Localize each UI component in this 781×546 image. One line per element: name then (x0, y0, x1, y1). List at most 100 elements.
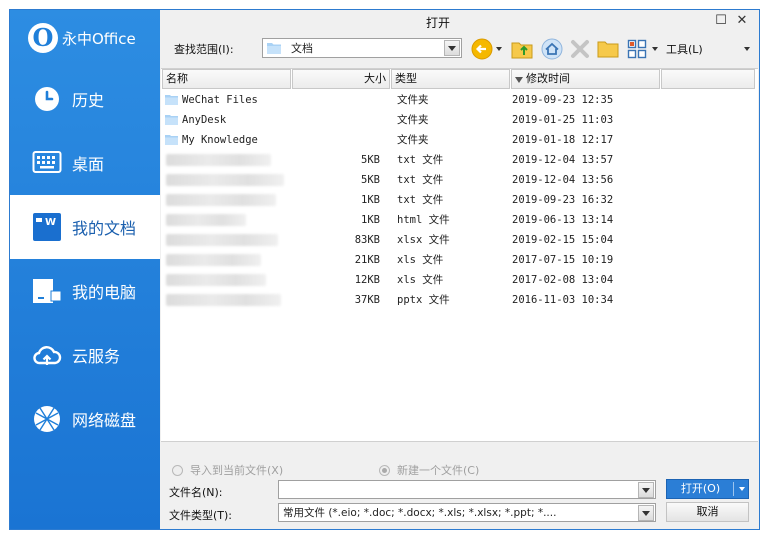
file-modified: 2019-09-23 16:32 (512, 194, 614, 206)
new-folder-button[interactable] (597, 38, 619, 60)
nav-label-cloud-service: 云服务 (72, 347, 121, 366)
file-type: xls 文件 (397, 274, 444, 286)
lookin-label: 查找范围(I): (174, 43, 234, 56)
file-size: 21KB (354, 254, 380, 266)
file-row[interactable]: 5KB txt 文件 2019-12-04 13:57 (161, 150, 758, 170)
nav-label-my-computer: 我的电脑 (72, 283, 137, 302)
brand: O 永中Office (10, 10, 160, 66)
network-disk-icon (32, 404, 62, 434)
filetype-select[interactable]: 常用文件 (*.eio; *.doc; *.docx; *.xls; *.xls… (278, 503, 656, 522)
redacted-file-name (166, 174, 284, 186)
file-modified: 2019-09-23 12:35 (512, 94, 614, 106)
chevron-down-icon[interactable] (638, 482, 654, 498)
view-grid-icon (627, 39, 647, 59)
close-button[interactable]: ✕ (733, 13, 751, 29)
up-folder-icon (511, 42, 533, 59)
home-icon (541, 38, 563, 60)
file-row[interactable]: 83KB xlsx 文件 2019-02-15 15:04 (161, 230, 758, 250)
redacted-file-name (166, 234, 278, 246)
filename-input[interactable] (278, 480, 656, 499)
file-modified: 2019-12-04 13:56 (512, 174, 614, 186)
file-name: My Knowledge (182, 134, 258, 146)
column-header-type[interactable]: 类型 (391, 69, 510, 89)
nav-label-desktop: 桌面 (72, 155, 105, 174)
home-button[interactable] (540, 38, 564, 60)
maximize-button[interactable]: ☐ (712, 13, 730, 29)
file-row[interactable]: 1KB html 文件 2019-06-13 13:14 (161, 210, 758, 230)
nav-item-my-documents[interactable]: W 我的文档 (10, 195, 160, 259)
file-type: html 文件 (397, 214, 450, 226)
open-button[interactable]: 打开(O) (666, 479, 749, 499)
view-dropdown[interactable] (651, 38, 659, 60)
cancel-button[interactable]: 取消 (666, 502, 749, 522)
file-row[interactable]: AnyDesk 文件夹 2019-01-25 11:03 (161, 110, 758, 130)
back-button[interactable] (471, 38, 493, 60)
file-size: 5KB (361, 174, 380, 186)
lookin-value: 文档 (291, 42, 313, 55)
clock-icon (32, 84, 62, 114)
file-name: WeChat Files (182, 94, 258, 106)
column-header-size[interactable]: 大小 (292, 69, 390, 89)
file-type: txt 文件 (397, 194, 444, 206)
brand-logo: O (28, 23, 58, 53)
back-arrow-icon (471, 38, 493, 60)
nav-label-history: 历史 (72, 91, 105, 110)
new-file-option[interactable]: 新建一个文件(C) (379, 462, 479, 478)
dialog-title: 打开 (425, 16, 450, 30)
file-row[interactable]: 12KB xls 文件 2017-02-08 13:04 (161, 270, 758, 290)
file-type: txt 文件 (397, 154, 444, 166)
file-name-cell (161, 190, 291, 210)
nav-item-desktop[interactable]: 桌面 (10, 131, 160, 195)
cloud-icon (32, 340, 62, 370)
desktop-icon (32, 148, 62, 178)
nav-item-history[interactable]: 历史 (10, 67, 160, 131)
chevron-down-icon (496, 47, 502, 51)
file-row[interactable]: 37KB pptx 文件 2016-11-03 10:34 (161, 290, 758, 310)
up-folder-button[interactable] (510, 38, 534, 60)
folder-icon (165, 135, 178, 145)
file-modified: 2019-02-15 15:04 (512, 234, 614, 246)
radio-import[interactable] (172, 464, 183, 476)
redacted-file-name (166, 154, 271, 166)
file-name-cell (161, 150, 291, 170)
nav-label-network-disk: 网络磁盘 (72, 411, 137, 430)
file-row[interactable]: My Knowledge 文件夹 2019-01-18 12:17 (161, 130, 758, 150)
nav-item-my-computer[interactable]: 我的电脑 (10, 259, 160, 323)
lookin-combo[interactable]: 文档 (262, 38, 462, 58)
file-name-cell (161, 210, 291, 230)
back-dropdown[interactable] (495, 38, 503, 60)
chevron-down-icon[interactable] (638, 505, 654, 521)
file-type: 文件夹 (397, 134, 429, 146)
column-header-extra[interactable] (661, 69, 755, 89)
nav-item-network-disk[interactable]: 网络磁盘 (10, 387, 160, 451)
redacted-file-name (166, 214, 246, 226)
file-row[interactable]: 5KB txt 文件 2019-12-04 13:56 (161, 170, 758, 190)
radio-new-file[interactable] (379, 464, 390, 476)
filename-label: 文件名(N): (169, 486, 223, 499)
file-size: 37KB (354, 294, 380, 306)
nav-item-cloud-service[interactable]: 云服务 (10, 323, 160, 387)
chevron-down-icon[interactable] (739, 487, 745, 491)
file-type: 文件夹 (397, 94, 429, 106)
open-panel: 打开 ☐ ✕ 查找范围(I): 文档 工具(L) 名称 大小 类型 修改时间 W… (160, 10, 759, 529)
chevron-down-icon[interactable] (444, 40, 460, 56)
column-header-modified[interactable]: 修改时间 (511, 69, 660, 89)
chevron-down-icon[interactable] (744, 47, 750, 51)
new-file-option-label: 新建一个文件(C) (397, 464, 480, 477)
column-header-name[interactable]: 名称 (162, 69, 291, 89)
delete-button[interactable] (569, 38, 591, 60)
file-type: xls 文件 (397, 254, 444, 266)
file-size: 1KB (361, 214, 380, 226)
file-row[interactable]: 1KB txt 文件 2019-09-23 16:32 (161, 190, 758, 210)
file-name-cell (161, 170, 291, 190)
redacted-file-name (166, 294, 281, 306)
file-type: pptx 文件 (397, 294, 450, 306)
file-row[interactable]: WeChat Files 文件夹 2019-09-23 12:35 (161, 90, 758, 110)
file-row[interactable]: 21KB xls 文件 2017-07-15 10:19 (161, 250, 758, 270)
view-button[interactable] (626, 38, 648, 60)
tools-menu[interactable]: 工具(L) (666, 41, 703, 57)
file-size: 83KB (354, 234, 380, 246)
new-folder-icon (597, 41, 619, 58)
file-size: 1KB (361, 194, 380, 206)
import-option[interactable]: 导入到当前文件(X) (172, 462, 283, 478)
